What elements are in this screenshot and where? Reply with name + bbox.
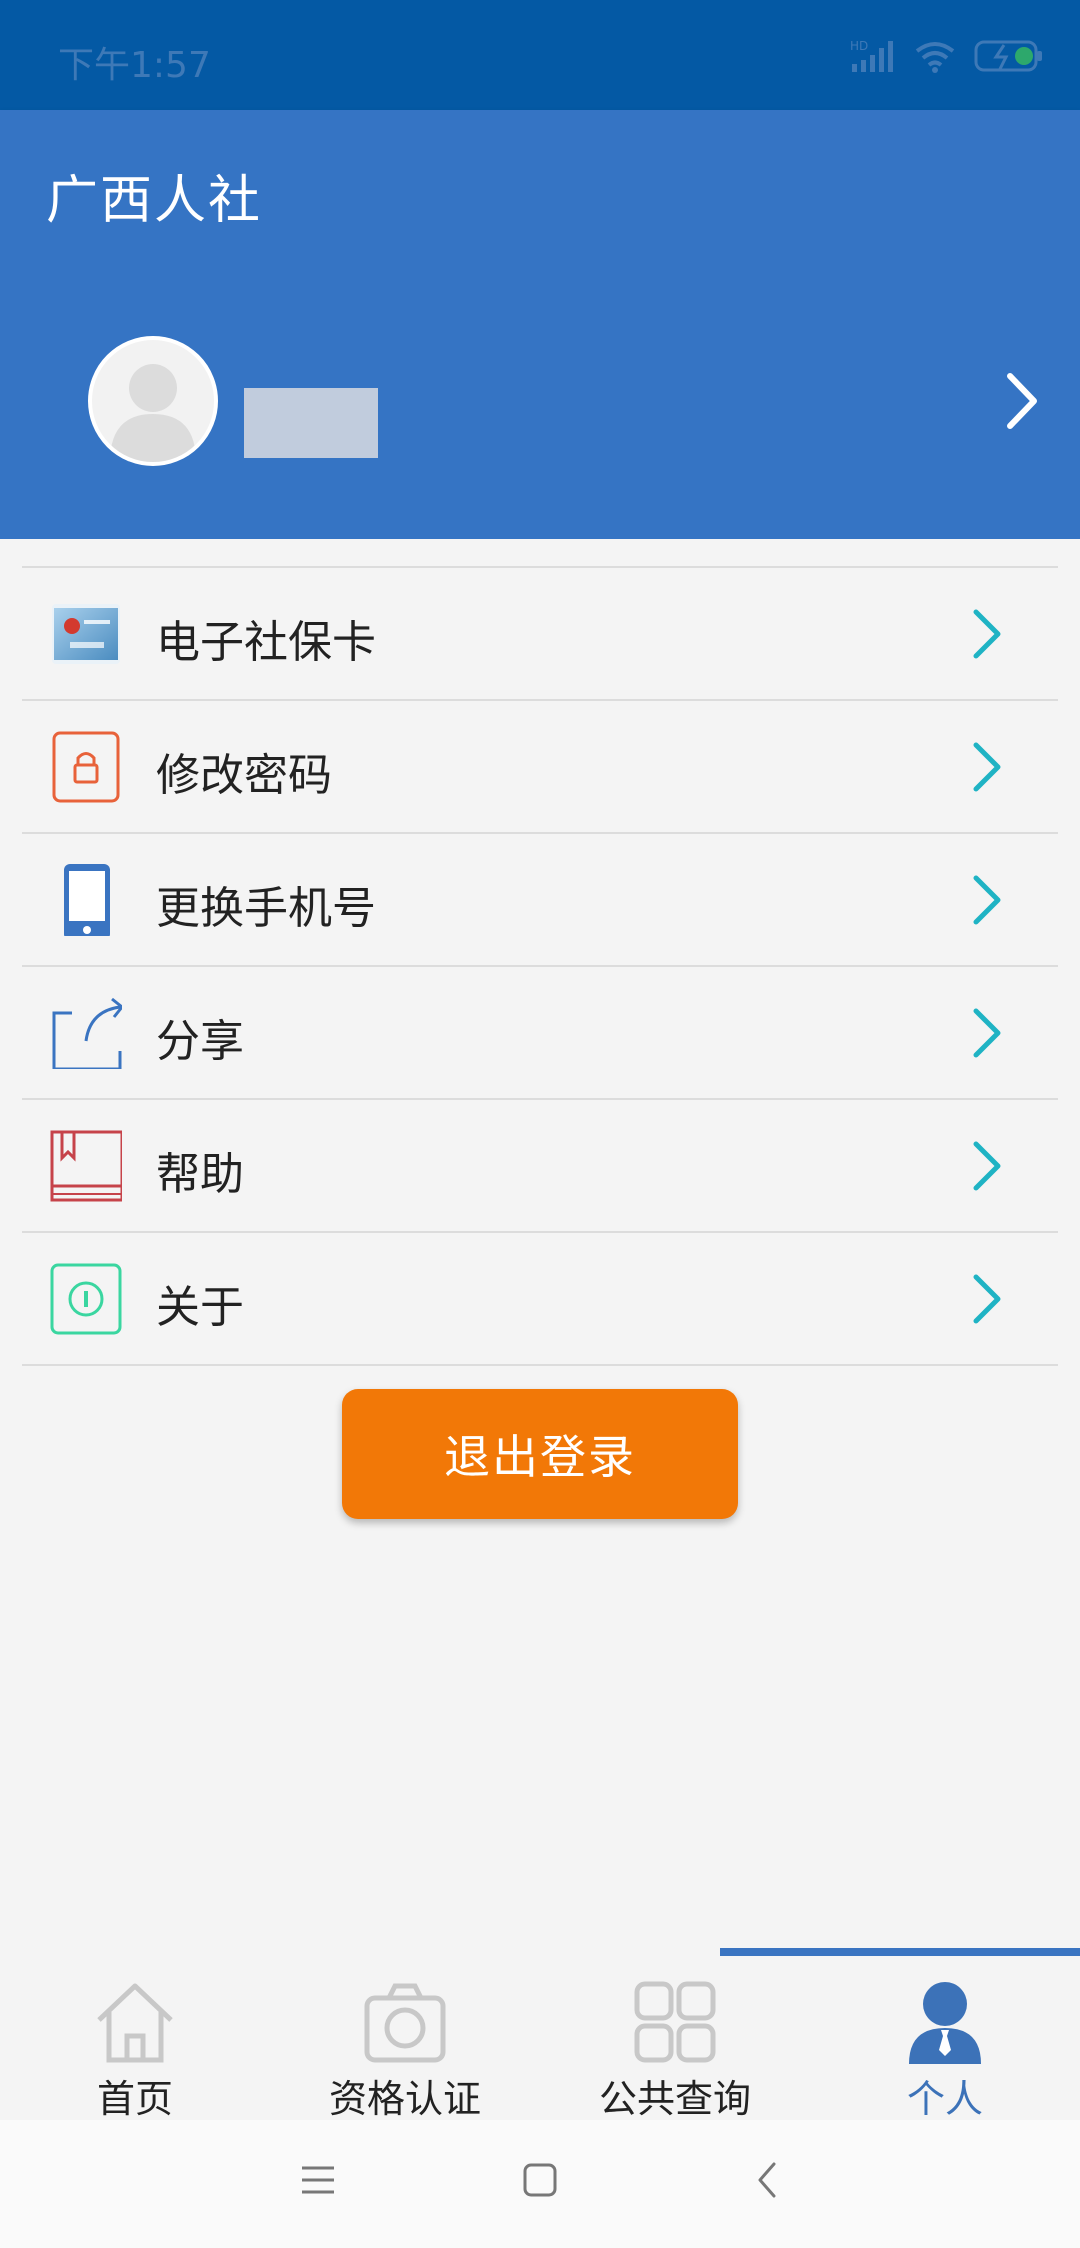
tab-label: 首页 <box>96 2077 173 2121</box>
tab-label: 公共查询 <box>598 2077 751 2121</box>
chevron-right-icon <box>973 1008 1001 1058</box>
tab-home[interactable]: 首页 <box>0 1962 270 2121</box>
app-header: 广西人社 <box>0 110 1080 264</box>
menu-item-change-phone[interactable]: 更换手机号 <box>22 832 1058 965</box>
menu-label: 电子社保卡 <box>156 617 376 668</box>
chevron-right-icon <box>973 1274 1001 1324</box>
lock-icon <box>52 731 120 803</box>
avatar[interactable] <box>88 336 218 466</box>
status-time: 下午1:57 <box>58 45 211 86</box>
chevron-right-icon <box>973 875 1001 925</box>
home-icon <box>97 1983 173 2063</box>
menu-label: 帮助 <box>156 1149 244 1200</box>
menu-icon[interactable] <box>300 2162 336 2198</box>
menu-label: 关于 <box>156 1282 244 1333</box>
status-bar: 下午1:57 HD <box>0 0 1080 110</box>
tab-qualification[interactable]: 资格认证 <box>270 1962 540 2121</box>
menu-label: 更换手机号 <box>156 883 376 934</box>
svg-text:HD: HD <box>850 39 868 53</box>
menu-item-change-password[interactable]: 修改密码 <box>22 699 1058 832</box>
logout-button[interactable]: 退出登录 <box>342 1389 738 1519</box>
signal-icon: HD <box>850 39 893 72</box>
social-security-card-icon <box>52 604 120 664</box>
camera-icon <box>364 1983 446 2063</box>
info-icon <box>50 1263 122 1335</box>
tab-personal[interactable]: 个人 <box>810 1962 1080 2121</box>
share-icon <box>52 997 122 1069</box>
chevron-right-icon <box>973 609 1001 659</box>
wifi-icon <box>915 42 955 73</box>
menu-item-social-security-card[interactable]: 电子社保卡 <box>22 566 1058 699</box>
chevron-right-icon <box>973 742 1001 792</box>
menu-label: 修改密码 <box>156 750 332 801</box>
book-icon <box>50 1130 122 1202</box>
back-icon[interactable] <box>752 2160 782 2200</box>
menu-item-share[interactable]: 分享 <box>22 965 1058 1098</box>
page-title: 广西人社 <box>46 171 263 231</box>
menu-item-about[interactable]: 关于 <box>22 1231 1058 1366</box>
chevron-right-icon[interactable] <box>1002 370 1042 432</box>
home-square-icon[interactable] <box>522 2162 558 2198</box>
mobile-phone-icon <box>64 864 110 936</box>
tab-label: 个人 <box>906 2077 983 2121</box>
username-redacted <box>244 388 378 458</box>
chevron-right-icon <box>973 1141 1001 1191</box>
person-icon <box>909 1982 981 2064</box>
menu-item-help[interactable]: 帮助 <box>22 1098 1058 1231</box>
system-nav-bar <box>0 2120 1080 2248</box>
tab-public-query[interactable]: 公共查询 <box>540 1962 810 2121</box>
status-icons: HD <box>850 34 1044 78</box>
profile-header[interactable] <box>0 264 1080 539</box>
default-avatar-icon <box>110 364 196 462</box>
bottom-tab-bar: 首页 资格认证 公共查询 个人 <box>0 1948 1080 2121</box>
tab-label: 资格认证 <box>328 2077 481 2121</box>
menu-label: 分享 <box>156 1016 244 1067</box>
battery-icon <box>974 40 1042 72</box>
settings-menu: 电子社保卡 修改密码 更换手机号 分享 帮助 关于 <box>22 566 1058 1366</box>
active-tab-indicator <box>720 1948 1080 1956</box>
grid-icon <box>634 1981 716 2063</box>
